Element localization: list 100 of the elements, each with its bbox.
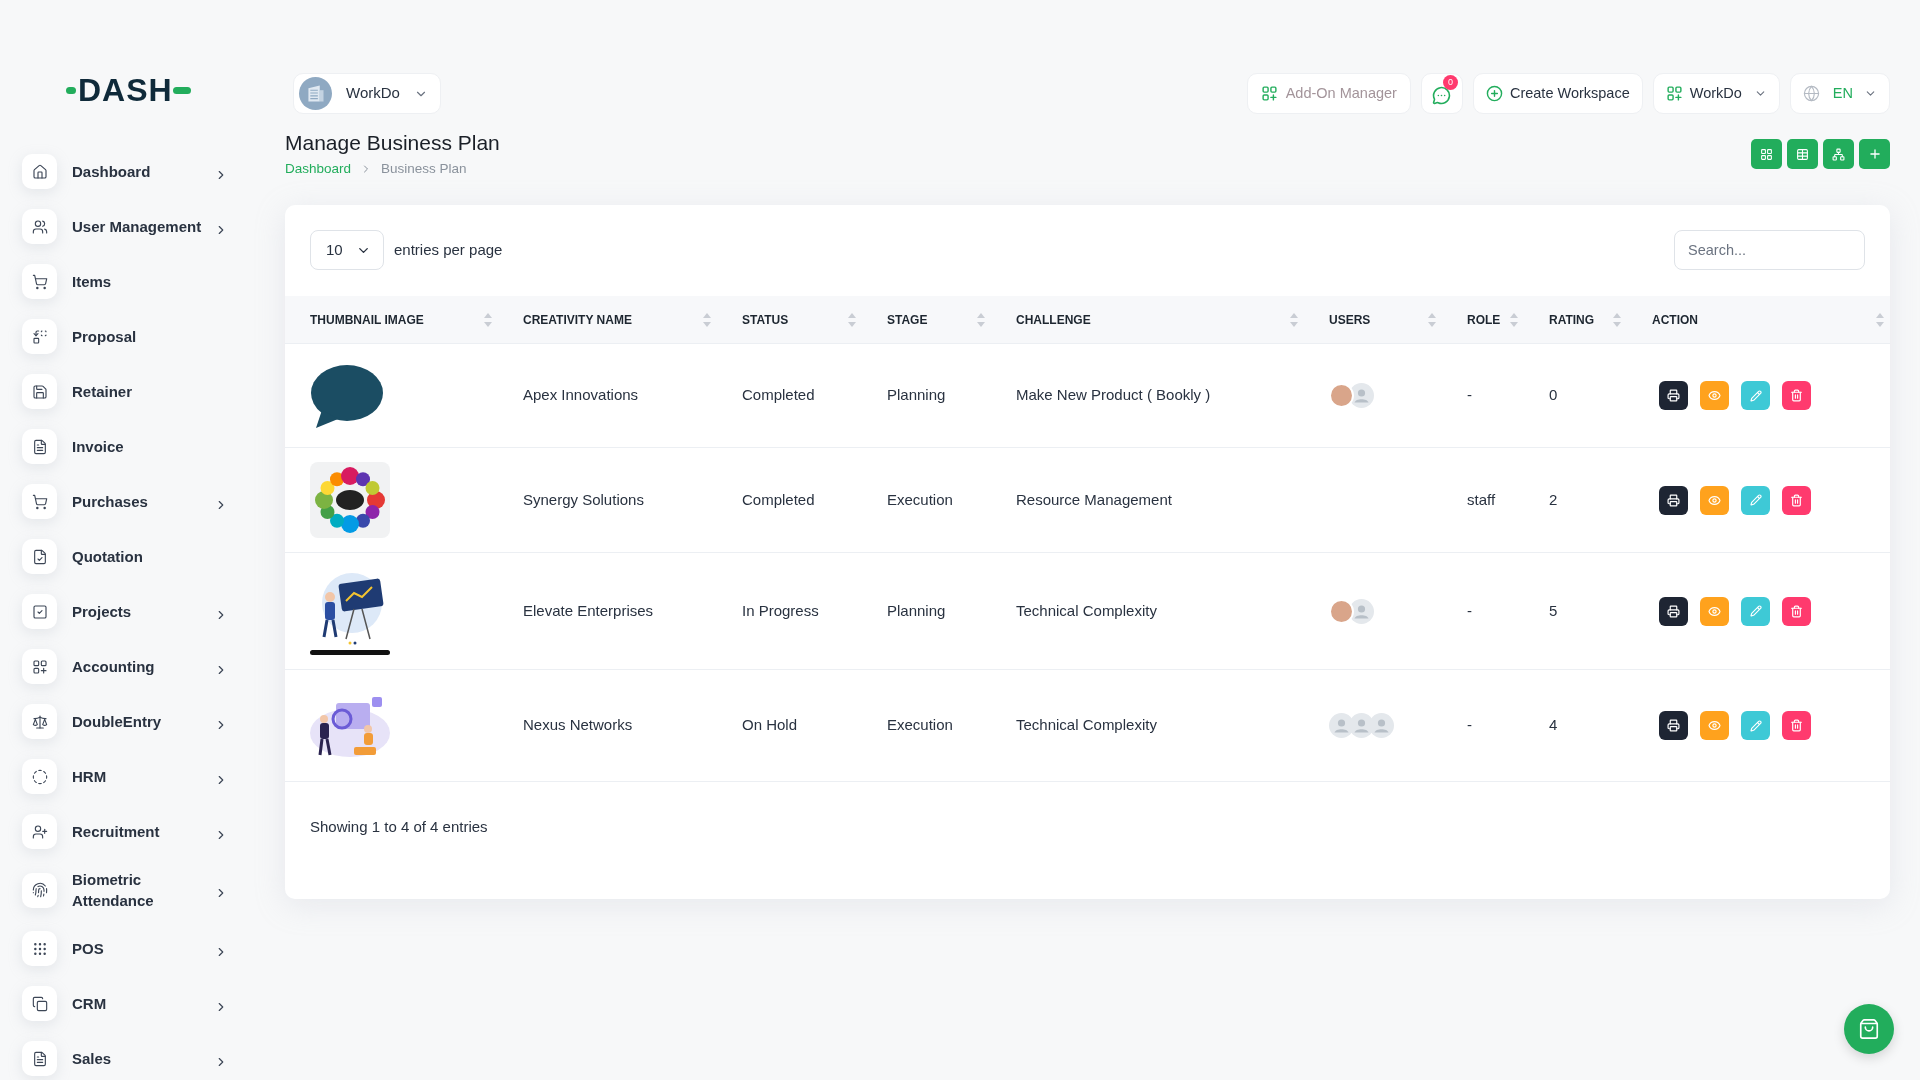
column-header[interactable]: CREATIVITY NAME <box>498 296 717 343</box>
challenge-text: Technical Complexity <box>1016 716 1157 734</box>
document-check-icon <box>22 539 57 574</box>
print-button[interactable] <box>1659 711 1688 740</box>
stage-text: Execution <box>887 716 953 734</box>
chat-icon <box>1432 86 1452 105</box>
creativity-name: Apex Innovations <box>523 386 639 404</box>
sidebar-item[interactable]: Invoice <box>22 429 208 464</box>
user-silhouette-icon <box>1369 713 1394 738</box>
column-header[interactable]: STATUS <box>717 296 862 343</box>
edit-button[interactable] <box>1741 711 1770 740</box>
sort-icon <box>1510 312 1518 327</box>
sidebar-item[interactable]: Proposal <box>22 319 208 354</box>
edit-button[interactable] <box>1741 381 1770 410</box>
shopping-bag-icon <box>1858 1018 1880 1040</box>
trash-icon <box>1790 604 1803 618</box>
add-button[interactable] <box>1859 139 1890 169</box>
sort-icon <box>1613 312 1621 327</box>
sidebar-item[interactable]: Retainer <box>22 374 208 409</box>
view-button[interactable] <box>1700 711 1729 740</box>
scale-icon <box>22 704 57 739</box>
table-icon <box>1796 147 1809 161</box>
sidebar-item[interactable]: DoubleEntry <box>22 704 228 739</box>
print-button[interactable] <box>1659 485 1688 515</box>
view-button[interactable] <box>1700 485 1729 515</box>
notification-badge: 0 <box>1442 75 1458 90</box>
users-icon <box>22 209 57 244</box>
cart-icon <box>22 264 57 299</box>
sidebar-item[interactable]: HRM <box>22 759 228 794</box>
stage-text: Execution <box>887 490 953 508</box>
dash-logo: DASH <box>66 76 191 104</box>
sidebar-item[interactable]: Recruitment <box>22 814 228 849</box>
creativity-name: Elevate Enterprises <box>523 601 654 619</box>
status-text: Completed <box>742 490 815 508</box>
eye-icon <box>1708 604 1721 618</box>
fingerprint-icon <box>22 872 57 908</box>
cart-button[interactable] <box>1844 1004 1894 1054</box>
column-header[interactable]: ACTION <box>1627 296 1890 343</box>
stage-text: Planning <box>887 601 946 619</box>
table-view-button[interactable] <box>1787 139 1818 169</box>
printer-icon <box>1667 719 1680 732</box>
sidebar-item[interactable]: User Management <box>22 209 228 244</box>
print-button[interactable] <box>1659 596 1688 626</box>
building-avatar-icon <box>299 77 332 110</box>
challenge-text: Technical Complexity <box>1016 601 1157 619</box>
view-button[interactable] <box>1700 596 1729 626</box>
entries-label: entries per page <box>394 239 503 260</box>
hierarchy-icon <box>1832 147 1845 161</box>
sidebar-item[interactable]: CRM <box>22 986 228 1021</box>
column-header[interactable]: ROLE <box>1442 296 1524 343</box>
grid-plus-icon <box>1260 85 1278 102</box>
trash-icon <box>1790 389 1803 402</box>
checkbox-icon <box>22 594 57 629</box>
sidebar-item[interactable]: POS <box>22 931 228 966</box>
copy-icon <box>22 986 57 1021</box>
grid-view-button[interactable] <box>1751 139 1782 169</box>
search-field[interactable]: Search... <box>1674 230 1865 270</box>
sidebar-item[interactable]: Purchases <box>22 484 228 519</box>
workspace-selector[interactable]: WorkDo <box>293 73 441 114</box>
user-silhouette-icon <box>1349 383 1374 408</box>
delete-button[interactable] <box>1782 381 1811 410</box>
role-text: - <box>1467 716 1472 734</box>
column-header[interactable]: CHALLENGE <box>991 296 1304 343</box>
sidebar-item[interactable]: Quotation <box>22 539 208 574</box>
sort-icon <box>977 312 985 327</box>
delete-button[interactable] <box>1782 596 1811 626</box>
column-header[interactable]: RATING <box>1524 296 1627 343</box>
user-plus-icon <box>22 814 57 849</box>
sidebar-item[interactable]: Dashboard <box>22 154 228 189</box>
print-button[interactable] <box>1659 381 1688 410</box>
delete-button[interactable] <box>1782 711 1811 740</box>
creativity-name: Synergy Solutions <box>523 490 644 508</box>
workspace-menu-button[interactable]: WorkDo <box>1652 73 1780 114</box>
column-header[interactable]: STAGE <box>862 296 991 343</box>
user-silhouette-icon <box>1329 713 1354 738</box>
sidebar-item[interactable]: Accounting <box>22 649 228 684</box>
pencil-icon <box>1749 389 1762 402</box>
sidebar-item[interactable]: Items <box>22 264 208 299</box>
sidebar-item[interactable]: Sales <box>22 1041 228 1076</box>
hierarchy-button[interactable] <box>1823 139 1854 169</box>
edit-button[interactable] <box>1741 485 1770 515</box>
sidebar-item[interactable]: Projects <box>22 594 228 629</box>
breadcrumb-current: Business Plan <box>381 160 467 178</box>
column-header[interactable]: USERS <box>1304 296 1442 343</box>
stage-text: Planning <box>887 386 946 404</box>
delete-button[interactable] <box>1782 485 1811 515</box>
sort-icon <box>1876 312 1884 327</box>
status-text: In Progress <box>742 601 819 619</box>
entries-summary: Showing 1 to 4 of 4 entries <box>310 818 488 835</box>
entries-select[interactable]: 10 <box>310 230 384 270</box>
sort-icon <box>484 312 492 327</box>
column-header[interactable]: THUMBNAIL IMAGE <box>285 296 498 343</box>
pencil-icon <box>1749 605 1762 617</box>
create-workspace-button[interactable]: Create Workspace <box>1472 73 1643 114</box>
sidebar-item[interactable]: Biometric Attendance <box>22 869 228 911</box>
eye-icon <box>1708 719 1721 732</box>
role-text: staff <box>1467 490 1496 508</box>
view-button[interactable] <box>1700 381 1729 410</box>
swap-icon <box>22 319 57 354</box>
edit-button[interactable] <box>1741 596 1770 626</box>
